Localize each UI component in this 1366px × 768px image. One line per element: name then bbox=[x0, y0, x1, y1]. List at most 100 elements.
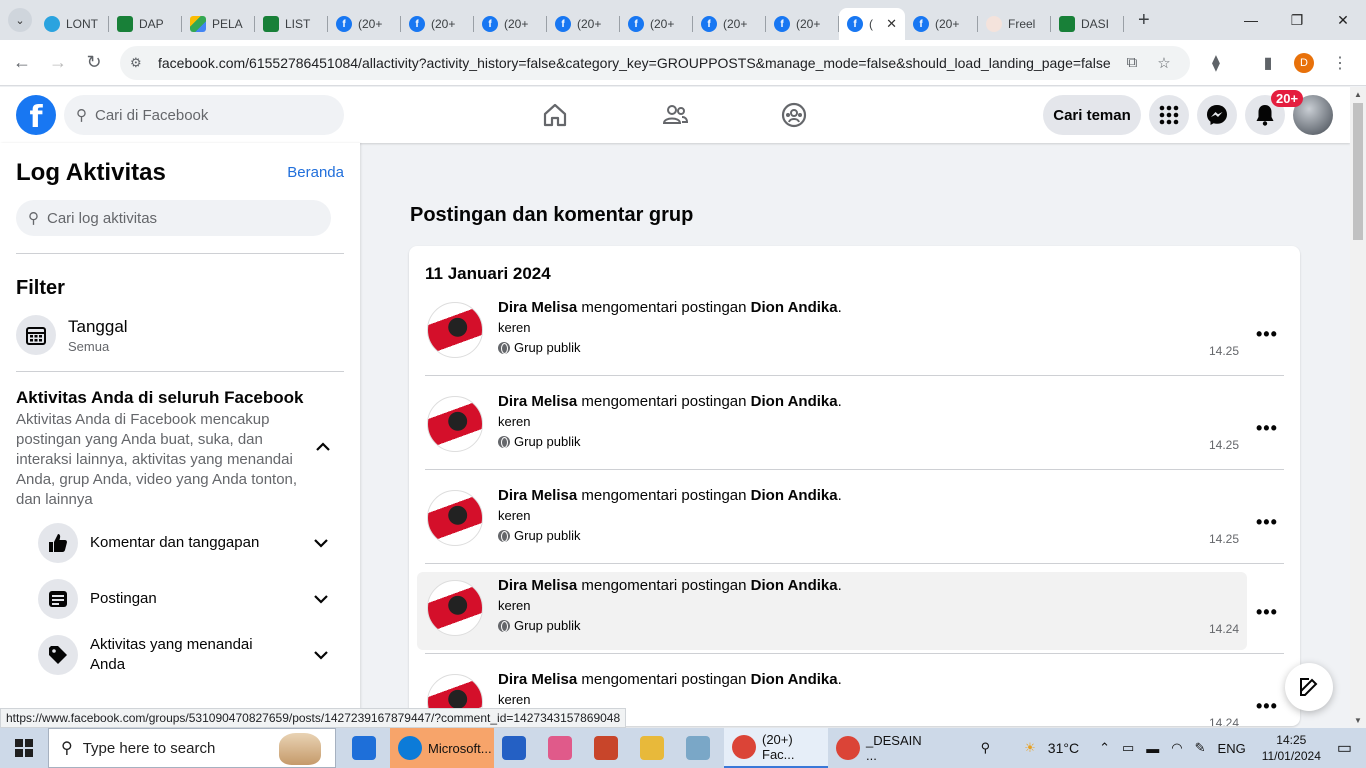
browser-menu-icon[interactable]: ⋮ bbox=[1322, 53, 1358, 73]
post-thumbnail[interactable] bbox=[427, 490, 483, 546]
home-icon[interactable] bbox=[541, 101, 569, 129]
actor-name[interactable]: Dira Melisa bbox=[498, 577, 577, 594]
browser-tab[interactable]: Freel bbox=[978, 8, 1051, 40]
taskbar-app[interactable] bbox=[586, 728, 632, 768]
scroll-down-icon[interactable]: ▼ bbox=[1350, 716, 1366, 725]
more-options-icon[interactable]: ••• bbox=[1256, 602, 1278, 623]
activity-category[interactable]: Postingan bbox=[38, 579, 328, 619]
friends-icon[interactable] bbox=[661, 101, 689, 129]
taskbar-app[interactable] bbox=[344, 728, 390, 768]
expand-chevron-icon[interactable] bbox=[314, 535, 328, 551]
browser-tab[interactable]: DASI bbox=[1051, 8, 1124, 40]
taskbar-app[interactable] bbox=[540, 728, 586, 768]
home-link[interactable]: Beranda bbox=[287, 164, 344, 181]
browser-tab[interactable]: f (20+ bbox=[693, 8, 766, 40]
target-name[interactable]: Dion Andika bbox=[751, 671, 838, 688]
browser-tab[interactable]: f (20+ bbox=[766, 8, 839, 40]
activity-entry[interactable]: Dira Melisa mengomentari postingan Dion … bbox=[417, 388, 1247, 466]
tab-search-icon[interactable]: ⌄ bbox=[8, 8, 32, 32]
target-name[interactable]: Dion Andika bbox=[751, 393, 838, 410]
profile-avatar[interactable]: D bbox=[1294, 52, 1314, 73]
taskbar-app[interactable]: _DESAIN ... bbox=[828, 728, 932, 768]
post-thumbnail[interactable] bbox=[427, 302, 483, 358]
browser-tab[interactable]: f (20+ bbox=[328, 8, 401, 40]
url-bar[interactable]: ⚙ facebook.com/61552786451084/allactivit… bbox=[120, 45, 1190, 80]
actor-name[interactable]: Dira Melisa bbox=[498, 671, 577, 688]
activity-category[interactable]: Komentar dan tanggapan bbox=[38, 523, 328, 563]
taskbar-app[interactable] bbox=[494, 728, 540, 768]
target-name[interactable]: Dion Andika bbox=[751, 299, 838, 316]
more-options-icon[interactable]: ••• bbox=[1256, 696, 1278, 717]
restore-icon[interactable]: ❐ bbox=[1274, 0, 1320, 40]
bookmark-star-icon[interactable]: ☆ bbox=[1148, 54, 1180, 72]
browser-tab[interactable]: DAP bbox=[109, 8, 182, 40]
target-name[interactable]: Dion Andika bbox=[751, 577, 838, 594]
activity-entry[interactable]: Dira Melisa mengomentari postingan Dion … bbox=[417, 294, 1247, 372]
menu-grid-icon[interactable] bbox=[1149, 95, 1189, 135]
browser-tab[interactable]: f (20+ bbox=[905, 8, 978, 40]
facebook-logo[interactable]: f bbox=[16, 95, 56, 135]
scroll-up-icon[interactable]: ▲ bbox=[1350, 90, 1366, 99]
clock[interactable]: 14:25 11/01/2024 bbox=[1262, 732, 1321, 764]
minimize-icon[interactable]: — bbox=[1228, 0, 1274, 40]
people-icon[interactable]: ⚲ bbox=[981, 740, 991, 756]
browser-tab[interactable]: f (20+ bbox=[474, 8, 547, 40]
browser-tab[interactable]: f (✕ bbox=[839, 8, 905, 40]
target-name[interactable]: Dion Andika bbox=[751, 487, 838, 504]
weather-icon[interactable]: ☀ bbox=[1024, 740, 1036, 756]
activity-summary[interactable]: Dira Melisa mengomentari postingan Dion … bbox=[498, 393, 842, 410]
expand-chevron-icon[interactable] bbox=[314, 647, 328, 663]
compose-message-button[interactable] bbox=[1285, 663, 1333, 711]
new-tab-button[interactable]: + bbox=[1138, 9, 1150, 32]
back-icon[interactable]: ← bbox=[4, 45, 40, 81]
activity-category[interactable]: Aktivitas yang menandai Anda bbox=[38, 635, 328, 675]
battery-icon[interactable]: ▬ bbox=[1146, 741, 1159, 756]
scrollbar-thumb[interactable] bbox=[1353, 103, 1363, 240]
site-info-icon[interactable]: ⚙ bbox=[130, 55, 150, 71]
taskbar-app[interactable] bbox=[632, 728, 678, 768]
wifi-icon[interactable]: ◠ bbox=[1171, 740, 1182, 756]
actor-name[interactable]: Dira Melisa bbox=[498, 299, 577, 316]
forward-icon[interactable]: → bbox=[40, 45, 76, 81]
reload-icon[interactable]: ↻ bbox=[76, 45, 112, 81]
install-app-icon[interactable]: ⧉ bbox=[1116, 54, 1148, 71]
meet-icon[interactable]: ▭ bbox=[1122, 740, 1134, 756]
browser-tab[interactable]: LONT bbox=[36, 8, 109, 40]
browser-tab[interactable]: PELA bbox=[182, 8, 255, 40]
actor-name[interactable]: Dira Melisa bbox=[498, 487, 577, 504]
page-scrollbar[interactable]: ▲ ▼ bbox=[1350, 87, 1366, 728]
post-thumbnail[interactable] bbox=[427, 396, 483, 452]
more-options-icon[interactable]: ••• bbox=[1256, 418, 1278, 439]
browser-tab[interactable]: f (20+ bbox=[620, 8, 693, 40]
activity-summary[interactable]: Dira Melisa mengomentari postingan Dion … bbox=[498, 577, 842, 594]
activity-summary[interactable]: Dira Melisa mengomentari postingan Dion … bbox=[498, 299, 842, 316]
browser-tab[interactable]: LIST bbox=[255, 8, 328, 40]
taskbar-app[interactable]: (20+) Fac... bbox=[724, 728, 828, 768]
post-thumbnail[interactable] bbox=[427, 580, 483, 636]
find-friends-button[interactable]: Cari teman bbox=[1043, 95, 1141, 135]
extensions-icon[interactable]: ⧫ bbox=[1198, 53, 1234, 73]
activity-summary[interactable]: Dira Melisa mengomentari postingan Dion … bbox=[498, 487, 842, 504]
collapse-chevron-icon[interactable] bbox=[316, 439, 330, 457]
pen-icon[interactable]: ✎ bbox=[1195, 740, 1206, 756]
browser-tab[interactable]: f (20+ bbox=[401, 8, 474, 40]
browser-tab[interactable]: f (20+ bbox=[547, 8, 620, 40]
activity-entry[interactable]: Dira Melisa mengomentari postingan Dion … bbox=[417, 572, 1247, 650]
notification-center-icon[interactable]: ▭ bbox=[1337, 738, 1352, 758]
taskbar-search-input[interactable]: ⚲ Type here to search bbox=[48, 728, 336, 768]
messenger-icon[interactable] bbox=[1197, 95, 1237, 135]
temperature[interactable]: 31°C bbox=[1048, 740, 1079, 756]
input-language[interactable]: ENG bbox=[1218, 741, 1246, 756]
activity-search-input[interactable]: ⚲ Cari log aktivitas bbox=[16, 200, 331, 236]
more-options-icon[interactable]: ••• bbox=[1256, 324, 1278, 345]
close-tab-icon[interactable]: ✕ bbox=[886, 16, 897, 32]
more-options-icon[interactable]: ••• bbox=[1256, 512, 1278, 533]
taskbar-app[interactable]: Microsoft... bbox=[390, 728, 494, 768]
windows-start-icon[interactable] bbox=[0, 728, 48, 768]
tray-expand-icon[interactable]: ⌃ bbox=[1099, 740, 1110, 756]
groups-icon[interactable] bbox=[780, 101, 808, 129]
actor-name[interactable]: Dira Melisa bbox=[498, 393, 577, 410]
close-window-icon[interactable]: ✕ bbox=[1320, 0, 1366, 40]
taskbar-app[interactable] bbox=[678, 728, 724, 768]
activity-entry[interactable]: Dira Melisa mengomentari postingan Dion … bbox=[417, 482, 1247, 560]
